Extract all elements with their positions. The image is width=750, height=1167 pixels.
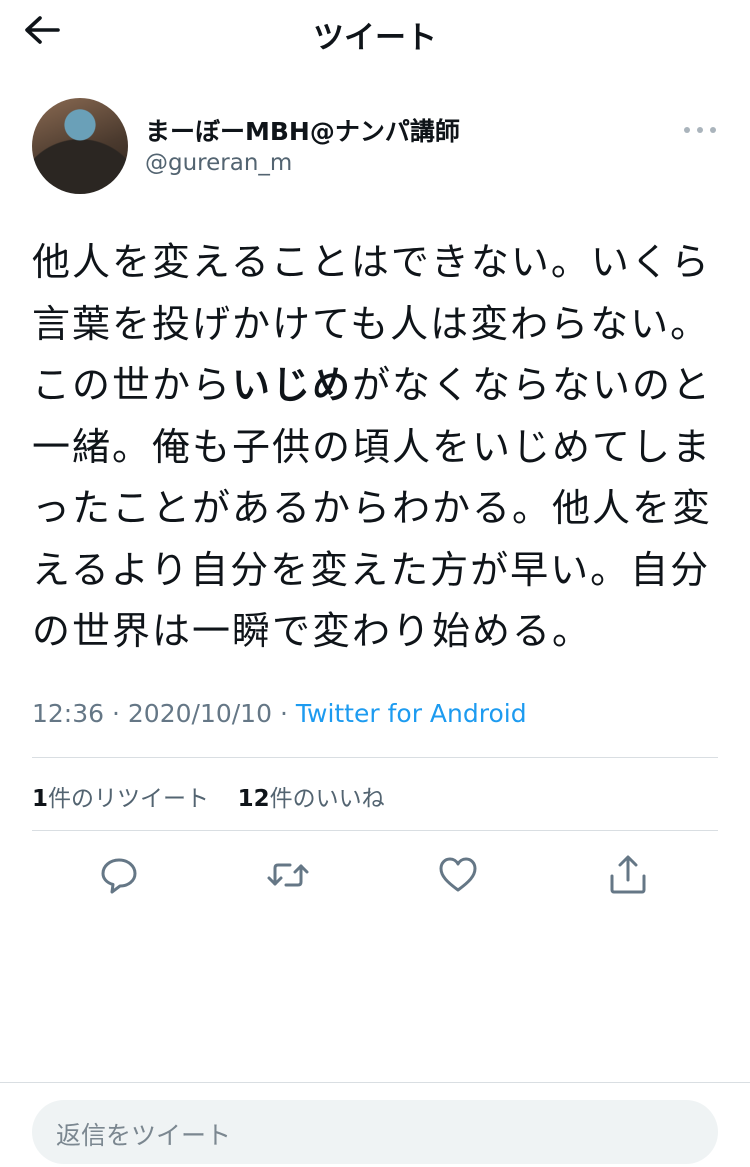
tweet-source-link[interactable]: Twitter for Android xyxy=(296,699,527,728)
reply-button[interactable] xyxy=(96,852,142,898)
like-count: 12 xyxy=(237,786,270,812)
reply-icon xyxy=(101,858,137,894)
tweet-date: 2020/10/10 xyxy=(127,699,272,728)
divider xyxy=(32,830,718,831)
divider xyxy=(32,757,718,758)
tweet-time: 12:36 xyxy=(32,699,105,728)
tweet-author: まーぼーMBH@ナンパ講師 @gureran_m xyxy=(32,98,722,198)
reply-input[interactable]: 返信をツイート xyxy=(32,1100,718,1164)
top-bar: ツイート xyxy=(0,0,750,62)
meta-separator: · xyxy=(112,699,120,728)
tweet-text-bold: いじめ xyxy=(232,363,353,407)
tweet-meta: 12:36 · 2020/10/10 · Twitter for Android xyxy=(32,699,527,728)
share-icon xyxy=(610,855,646,894)
action-bar xyxy=(0,852,750,898)
like-button[interactable] xyxy=(435,852,481,898)
like-stat[interactable]: 12件のいいね xyxy=(238,786,385,812)
more-button[interactable] xyxy=(682,122,718,138)
reply-placeholder: 返信をツイート xyxy=(56,1121,232,1150)
retweet-icon xyxy=(267,863,309,887)
page-title: ツイート xyxy=(313,20,437,56)
like-label: 件のいいね xyxy=(269,786,385,812)
divider xyxy=(0,1082,750,1083)
share-button[interactable] xyxy=(605,852,651,898)
tweet-text: 他人を変えることはできない。いくら言葉を投げかけても人は変わらない。この世からい… xyxy=(32,232,722,663)
like-icon xyxy=(439,857,477,892)
more-dots-icon xyxy=(684,127,716,133)
avatar[interactable] xyxy=(32,98,128,194)
meta-separator: · xyxy=(279,699,288,728)
display-name[interactable]: まーぼーMBH@ナンパ講師 xyxy=(145,112,460,148)
user-handle[interactable]: @gureran_m xyxy=(145,150,292,176)
retweet-label: 件のリツイート xyxy=(48,786,210,812)
retweet-button[interactable] xyxy=(265,852,311,898)
tweet-stats: 1件のリツイート 12件のいいね xyxy=(32,779,385,813)
retweet-stat[interactable]: 1件のリツイート xyxy=(32,786,209,812)
retweet-count: 1 xyxy=(32,786,49,812)
